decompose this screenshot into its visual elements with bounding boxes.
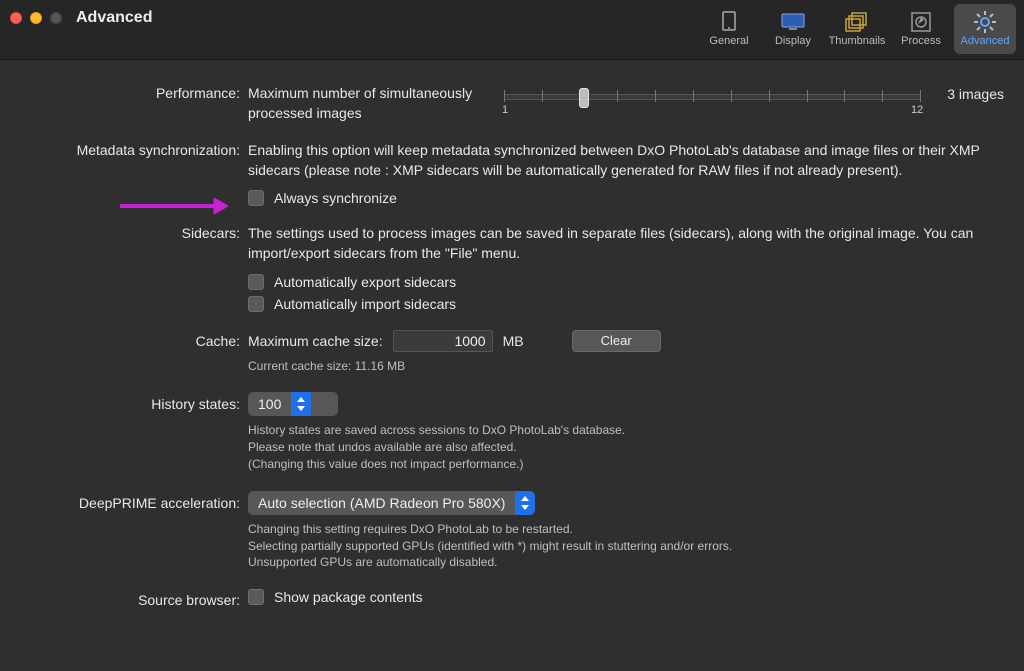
zoom-window-button[interactable] (50, 12, 62, 24)
current-cache-size: Current cache size: 11.16 MB (248, 358, 1004, 375)
performance-slider[interactable]: 1 12 (496, 84, 929, 116)
deepprime-note-1: Changing this setting requires DxO Photo… (248, 521, 1004, 538)
always-sync-checkbox[interactable] (248, 190, 264, 206)
history-note-2: Please note that undos available are als… (248, 439, 1004, 456)
performance-description: Maximum number of simultaneously process… (248, 84, 478, 123)
performance-label: Performance: (20, 85, 240, 101)
deepprime-row: DeepPRIME acceleration: Auto selection (… (20, 491, 1004, 571)
cache-label: Cache: (20, 333, 240, 349)
tab-advanced[interactable]: Advanced (954, 4, 1016, 54)
sidecars-label: Sidecars: (20, 225, 240, 241)
max-cache-input[interactable] (393, 330, 493, 352)
tab-thumbnails[interactable]: Thumbnails (826, 4, 888, 54)
metadata-label: Metadata synchronization: (20, 142, 240, 158)
tab-label: Thumbnails (829, 35, 886, 47)
sidecars-description: The settings used to process images can … (248, 224, 1004, 263)
deepprime-note-2: Selecting partially supported GPUs (iden… (248, 538, 1004, 555)
process-icon (908, 11, 934, 33)
export-sidecars-label: Automatically export sidecars (274, 274, 456, 290)
tab-label: Process (901, 35, 941, 47)
window-title: Advanced (76, 9, 152, 27)
cache-row: Cache: Maximum cache size: MB Clear Curr… (20, 330, 1004, 375)
metadata-description: Enabling this option will keep metadata … (248, 141, 1004, 180)
window-controls (10, 12, 62, 24)
deepprime-value: Auto selection (AMD Radeon Pro 580X) (248, 495, 515, 511)
history-label: History states: (20, 396, 240, 412)
advanced-settings-pane: Performance: Maximum number of simultane… (0, 60, 1024, 608)
source-browser-row: Source browser: Show package contents (20, 589, 1004, 608)
tab-label: Advanced (961, 35, 1010, 47)
slider-thumb[interactable] (579, 88, 589, 108)
tab-general[interactable]: General (698, 4, 760, 54)
show-package-contents-checkbox[interactable] (248, 589, 264, 605)
chevron-updown-icon (515, 491, 535, 515)
max-cache-label: Maximum cache size: (248, 333, 383, 349)
show-package-contents-label: Show package contents (274, 589, 423, 605)
history-note-3: (Changing this value does not impact per… (248, 456, 1004, 473)
history-states-select[interactable]: 100 (248, 392, 338, 416)
export-sidecars-checkbox[interactable] (248, 274, 264, 290)
display-icon (780, 11, 806, 33)
thumbnails-icon (844, 11, 870, 33)
clear-cache-button[interactable]: Clear (572, 330, 661, 352)
sidecars-row: Sidecars: The settings used to process i… (20, 224, 1004, 311)
deepprime-label: DeepPRIME acceleration: (20, 495, 240, 511)
titlebar: Advanced General Display Thumbnails (0, 0, 1024, 60)
performance-readout: 3 images (947, 84, 1004, 102)
cache-unit: MB (503, 333, 524, 349)
history-states-value: 100 (248, 396, 291, 412)
always-sync-label: Always synchronize (274, 190, 397, 206)
tab-label: Display (775, 35, 811, 47)
chevron-updown-icon (291, 392, 311, 416)
minimize-window-button[interactable] (30, 12, 42, 24)
history-row: History states: 100 History states are s… (20, 392, 1004, 472)
performance-row: Performance: Maximum number of simultane… (20, 84, 1004, 123)
general-icon (716, 11, 742, 33)
gear-icon (972, 11, 998, 33)
source-browser-label: Source browser: (20, 592, 240, 608)
import-sidecars-label: Automatically import sidecars (274, 296, 456, 312)
deepprime-note-3: Unsupported GPUs are automatically disab… (248, 554, 1004, 571)
tab-process[interactable]: Process (890, 4, 952, 54)
metadata-row: Metadata synchronization: Enabling this … (20, 141, 1004, 206)
preferences-toolbar: General Display Thumbnails Process (698, 4, 1016, 54)
slider-max-label: 12 (911, 104, 923, 116)
import-sidecars-checkbox[interactable] (248, 296, 264, 312)
close-window-button[interactable] (10, 12, 22, 24)
slider-min-label: 1 (502, 104, 508, 116)
tab-display[interactable]: Display (762, 4, 824, 54)
history-note-1: History states are saved across sessions… (248, 422, 1004, 439)
deepprime-select[interactable]: Auto selection (AMD Radeon Pro 580X) (248, 491, 535, 515)
tab-label: General (709, 35, 748, 47)
